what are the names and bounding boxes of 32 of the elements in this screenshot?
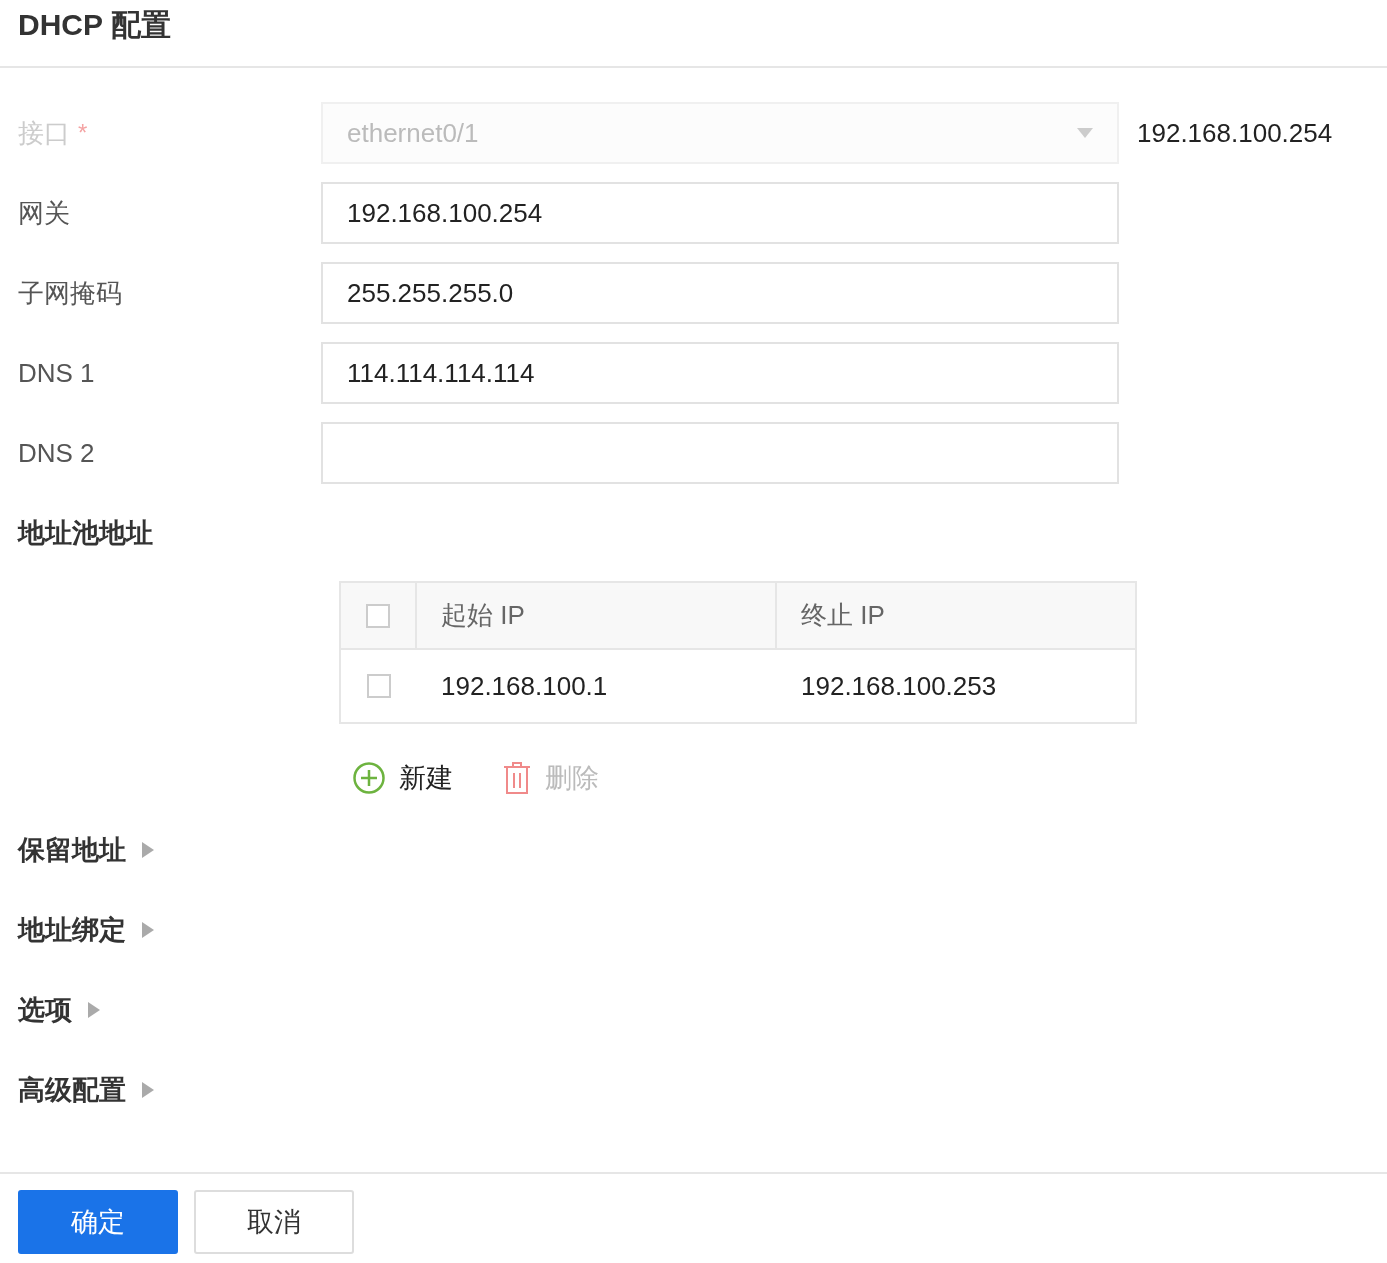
section-heading[interactable]: 地址绑定	[18, 912, 126, 948]
hint-text: 192.168.100.254	[1137, 117, 1333, 149]
input-field[interactable]: 192.168.100.254	[321, 182, 1119, 244]
field-label: DNS 1	[18, 357, 95, 389]
new-button[interactable]: 新建	[353, 746, 453, 810]
field-label: 网关	[18, 196, 70, 230]
required-asterisk: *	[78, 119, 88, 147]
column-header: 终止 IP	[800, 599, 886, 632]
expand-triangle-icon[interactable]	[88, 1002, 100, 1018]
checkbox[interactable]	[367, 674, 391, 698]
field-label: DNS 2	[18, 437, 95, 469]
column-header: 起始 IP	[417, 583, 777, 648]
input-field[interactable]: 255.255.255.0	[321, 262, 1119, 324]
dropdown-caret-icon	[1077, 128, 1093, 138]
section-heading[interactable]: 高级配置	[18, 1072, 126, 1108]
expand-triangle-icon[interactable]	[142, 922, 154, 938]
section-heading[interactable]: 保留地址	[18, 832, 126, 868]
cancel-button[interactable]: 取消	[194, 1190, 354, 1254]
trash-icon	[503, 761, 531, 795]
plus-circle-icon	[353, 762, 385, 794]
checkbox[interactable]	[366, 603, 390, 628]
table-cell-text: 192.168.100.1	[440, 669, 609, 703]
input-field[interactable]	[321, 422, 1119, 484]
expand-triangle-icon[interactable]	[142, 1082, 154, 1098]
input-field[interactable]: 114.114.114.114	[321, 342, 1119, 404]
expand-triangle-icon[interactable]	[142, 842, 154, 858]
field-label: 子网掩码	[18, 276, 122, 310]
dialog-title: DHCP 配置	[18, 6, 171, 43]
section-heading: 地址池地址	[18, 517, 153, 550]
confirm-button[interactable]: 确定	[18, 1190, 178, 1254]
section-heading[interactable]: 选项	[18, 992, 72, 1028]
table-cell-text: 192.168.100.253	[800, 669, 998, 703]
